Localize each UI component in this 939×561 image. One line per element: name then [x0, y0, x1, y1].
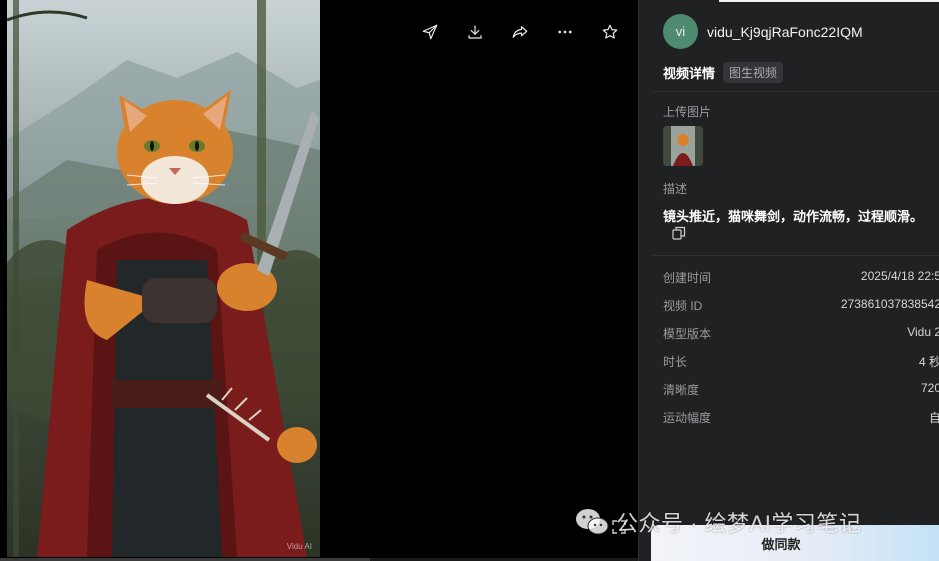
meta-row-created-time: 创建时间 2025/4/18 22:5 — [663, 269, 939, 289]
meta-key: 模型版本 — [663, 327, 712, 341]
send-icon — [422, 24, 438, 40]
detail-tabs: 视频详情 图生视频 — [663, 62, 784, 83]
tab-video-details[interactable]: 视频详情 — [663, 63, 715, 82]
divider — [653, 255, 939, 256]
meta-row-motion-amplitude: 运动幅度 自 — [663, 409, 939, 429]
meta-key: 清晰度 — [663, 383, 700, 397]
download-icon — [468, 25, 482, 39]
meta-key: 时长 — [663, 355, 688, 369]
meta-value: 2025/4/18 22:5 — [860, 269, 939, 283]
share-button[interactable] — [508, 20, 532, 44]
meta-value: Vidu 2 — [907, 325, 939, 339]
creator-header: vi vidu_Kj9qjRaFonc22IQM — [663, 14, 863, 49]
meta-value: 273861037838542 — [840, 297, 939, 311]
divider — [653, 91, 939, 92]
fullscreen-icon[interactable] — [612, 520, 626, 534]
panel-top-strip — [719, 0, 939, 2]
cat-swordsman-illustration — [7, 0, 320, 557]
avatar[interactable]: vi — [663, 14, 698, 49]
meta-row-duration: 时长 4 秒 — [663, 353, 939, 373]
favorite-button[interactable] — [598, 20, 622, 44]
share-icon — [512, 26, 528, 38]
uploaded-image-icon — [663, 126, 703, 166]
meta-value: 720 — [920, 381, 939, 395]
video-watermark: Vidu AI — [286, 542, 312, 551]
download-button[interactable] — [463, 20, 487, 44]
meta-key: 创建时间 — [663, 271, 712, 285]
generation-type-badge: 图生视频 — [723, 62, 784, 83]
star-icon — [602, 24, 618, 39]
send-button[interactable] — [418, 20, 442, 44]
details-panel: vi vidu_Kj9qjRaFonc22IQM 视频详情 图生视频 上传图片 … — [638, 0, 939, 561]
meta-value: 自 — [928, 411, 939, 425]
copy-icon[interactable] — [672, 226, 686, 240]
upload-label: 上传图片 — [663, 105, 712, 119]
more-button[interactable] — [553, 20, 577, 44]
meta-row-video-id: 视频 ID 273861037838542 — [663, 297, 939, 317]
meta-key: 视频 ID — [663, 299, 703, 313]
username[interactable]: vidu_Kj9qjRaFonc22IQM — [707, 24, 863, 40]
viewer-toolbar — [418, 20, 622, 44]
description-label: 描述 — [663, 182, 688, 196]
meta-key: 运动幅度 — [663, 411, 712, 425]
meta-row-model-version: 模型版本 Vidu 2 — [663, 325, 939, 345]
description-text: 镜头推近，猫咪舞剑，动作流畅，过程顺滑。 — [663, 209, 924, 224]
meta-value: 4 秒 — [918, 355, 939, 369]
meta-row-resolution: 清晰度 720 — [663, 381, 939, 401]
more-icon — [558, 30, 572, 34]
uploaded-image-thumbnail[interactable] — [663, 126, 703, 166]
video-viewer: Vidu AI — [0, 0, 638, 561]
make-same-button[interactable]: 做同款 — [651, 525, 939, 561]
video-player[interactable]: Vidu AI — [7, 0, 320, 557]
